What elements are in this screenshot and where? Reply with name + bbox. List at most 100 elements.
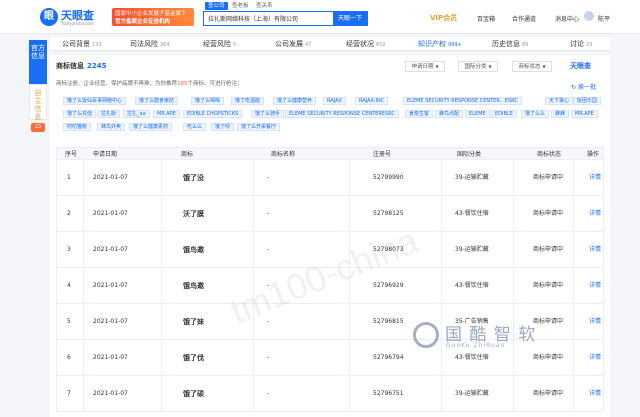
detail-link[interactable]: 详情 [589, 376, 601, 412]
partner-link[interactable]: 合作通道 [512, 14, 536, 23]
tag-item[interactable]: RAJAX [323, 97, 346, 105]
vip-link[interactable]: VIP会员 [430, 13, 457, 23]
search-tab-boss[interactable]: 查老板 [229, 2, 252, 10]
tab-company-development[interactable]: 公司发展 47 [275, 37, 311, 51]
column-divider [573, 376, 574, 412]
tag-item[interactable]: 饭团乐园 [573, 97, 602, 105]
tag-item[interactable]: 饿了么饭仙百事网络中心 [63, 97, 127, 105]
side-tabs: 官方信息 自主信息 23 [29, 40, 47, 132]
cell-cls: 39-运输贮藏 [455, 174, 489, 181]
tag-item[interactable]: ELEME SECURITY RESPONSE CENTERESRC [285, 110, 399, 118]
refresh-icon: ↻ [571, 84, 577, 91]
promo-banner[interactable]: 国家中小企业发展子基金旗下 官方备案企业征信机构 [112, 8, 194, 26]
tag-item[interactable]: 饿了么健康素材 [129, 123, 173, 131]
column-divider [513, 268, 514, 304]
user-name[interactable]: 陈平 [598, 14, 610, 23]
tianyancha-logo[interactable]: 眼 天眼查 Tianyancha.com [40, 6, 98, 28]
tab-intellectual-property[interactable]: 知识产权 999+ [418, 37, 462, 51]
cell-cls: 43-餐饮住宿 [455, 282, 489, 289]
toolbox-link[interactable]: 百宝箱 [477, 14, 495, 23]
detail-link[interactable]: 详情 [589, 232, 601, 268]
column-divider [349, 304, 350, 340]
tag-item[interactable]: 吃么么 [183, 123, 207, 131]
column-divider [161, 160, 162, 196]
tag-item[interactable]: 蜂鸟外卖 [97, 123, 126, 131]
tag-item[interactable]: ELEME SECURITY RESPONSE CENTER、ESRC [403, 97, 522, 105]
cell-date: 2021-01-07 [93, 210, 128, 217]
tag-item[interactable]: EDIBLE CHOPSTICKS [183, 110, 243, 118]
tag-item[interactable]: 拉扎_aa [123, 110, 150, 118]
side-tab-self[interactable]: 自主信息 23 [29, 84, 47, 132]
cell-no: 3 [67, 246, 71, 253]
tag-item[interactable]: RAJAX-INC [355, 97, 389, 105]
side-tab-official[interactable]: 官方信息 [29, 40, 47, 84]
tag-item[interactable]: 饿了么充值 [63, 110, 97, 118]
tag-item[interactable]: 叨叨猫帐 [63, 123, 92, 131]
cell-no: 1 [67, 174, 71, 181]
table-row: 7 2021-01-07 饿了硕 - 52796751 39-运输贮藏 商标申请中 详情 [56, 376, 604, 412]
column-divider [83, 304, 84, 340]
tab-discussion[interactable]: 讨论 23 [570, 37, 592, 51]
column-divider [573, 304, 574, 340]
search-input[interactable] [204, 12, 332, 25]
tag-item[interactable]: 饿了么膳食家纺 [135, 97, 179, 105]
tag-item[interactable]: 饿了么喝喝 [191, 97, 225, 105]
search-button[interactable]: 天眼一下 [333, 12, 367, 25]
chevron-down-icon: ▼ [488, 64, 492, 69]
column-divider [573, 268, 574, 304]
tag-item[interactable]: 饿了么健康营养 [273, 97, 317, 105]
table-row: 2 2021-01-07 沃了膜 -52798125 43-餐饮住宿 商标申请中 详情 [56, 196, 604, 232]
tag-item[interactable]: MR.APE [153, 110, 180, 118]
tab-company-background[interactable]: 公司背景 133 [62, 37, 102, 51]
filter-intl-class[interactable]: 国际分类 ▼ [458, 61, 498, 72]
message-center-link[interactable]: 消息中心 [555, 14, 579, 23]
tag-item[interactable]: 天下掌心 [545, 97, 574, 105]
column-divider [513, 196, 514, 232]
tag-item[interactable]: 拉扎斯 [97, 110, 121, 118]
search-tab-company[interactable]: 查公司 [205, 2, 228, 10]
column-divider [513, 160, 514, 196]
tag-item[interactable]: 饿了么开采餐厅 [237, 123, 281, 131]
tag-item[interactable]: MR.APE [571, 110, 598, 118]
trademark-panel: 商标信息 2245 申请日期 ▼ 国际分类 ▼ 商标状态 ▼ 天眼查 商标注册、企业经营… [50, 55, 610, 417]
column-divider [83, 160, 84, 196]
detail-link[interactable]: 详情 [589, 160, 601, 196]
tag-item[interactable]: 蜂蜂 [551, 110, 570, 118]
search-tab-relation[interactable]: 查关系 [253, 2, 276, 10]
table-header: 序号 申请日期 商标 商标名称 注册号 国际分类 商标状态 操作 [56, 147, 604, 160]
column-divider [83, 268, 84, 304]
column-divider [83, 376, 84, 412]
filter-status[interactable]: 商标状态 ▼ [512, 61, 552, 72]
detail-link[interactable]: 详情 [589, 340, 601, 376]
column-divider [83, 196, 84, 232]
column-divider [349, 160, 350, 196]
column-divider [513, 232, 514, 268]
cell-name: - [267, 174, 270, 181]
swap-batch-button[interactable]: ↻ 换一批 [571, 82, 596, 91]
detail-link[interactable]: 详情 [589, 268, 601, 304]
tag-item[interactable]: EDIBLE [491, 110, 517, 118]
avatar[interactable] [584, 11, 594, 21]
tab-legal-risk[interactable]: 司法风险 364 [130, 37, 170, 51]
tab-operating-status[interactable]: 经营状况 652 [346, 37, 386, 51]
top-header: 眼 天眼查 Tianyancha.com 国家中小企业发展子基金旗下 官方备案企… [0, 0, 640, 34]
tag-item[interactable]: 食荒生客 [405, 110, 434, 118]
cell-mark: 饿了妹 [183, 318, 204, 326]
self-count-badge: 23 [31, 123, 45, 132]
tag-item[interactable]: 饿了吃酒能 [231, 97, 265, 105]
detail-link[interactable]: 详情 [589, 196, 601, 232]
tag-item[interactable]: ELEME [465, 110, 490, 118]
tab-history[interactable]: 历史信息 89 [492, 37, 528, 51]
column-divider [161, 304, 162, 340]
cell-reg: 52796815 [373, 318, 404, 325]
cell-reg: 52796751 [373, 390, 404, 397]
filter-apply-date[interactable]: 申请日期 ▼ [405, 61, 445, 72]
tag-item[interactable]: 饿了么么 [521, 110, 550, 118]
cell-cls: 39-运输贮藏 [455, 246, 489, 253]
detail-link[interactable]: 详情 [589, 304, 601, 340]
cell-reg: 52796794 [373, 354, 404, 361]
tag-item[interactable]: 饿了呗 [211, 123, 235, 131]
tab-operating-risk[interactable]: 经营风险 5 [203, 37, 236, 51]
tag-item[interactable]: 饿了么骑手 [251, 110, 285, 118]
tag-item[interactable]: 蜂鸟点配 [435, 110, 464, 118]
